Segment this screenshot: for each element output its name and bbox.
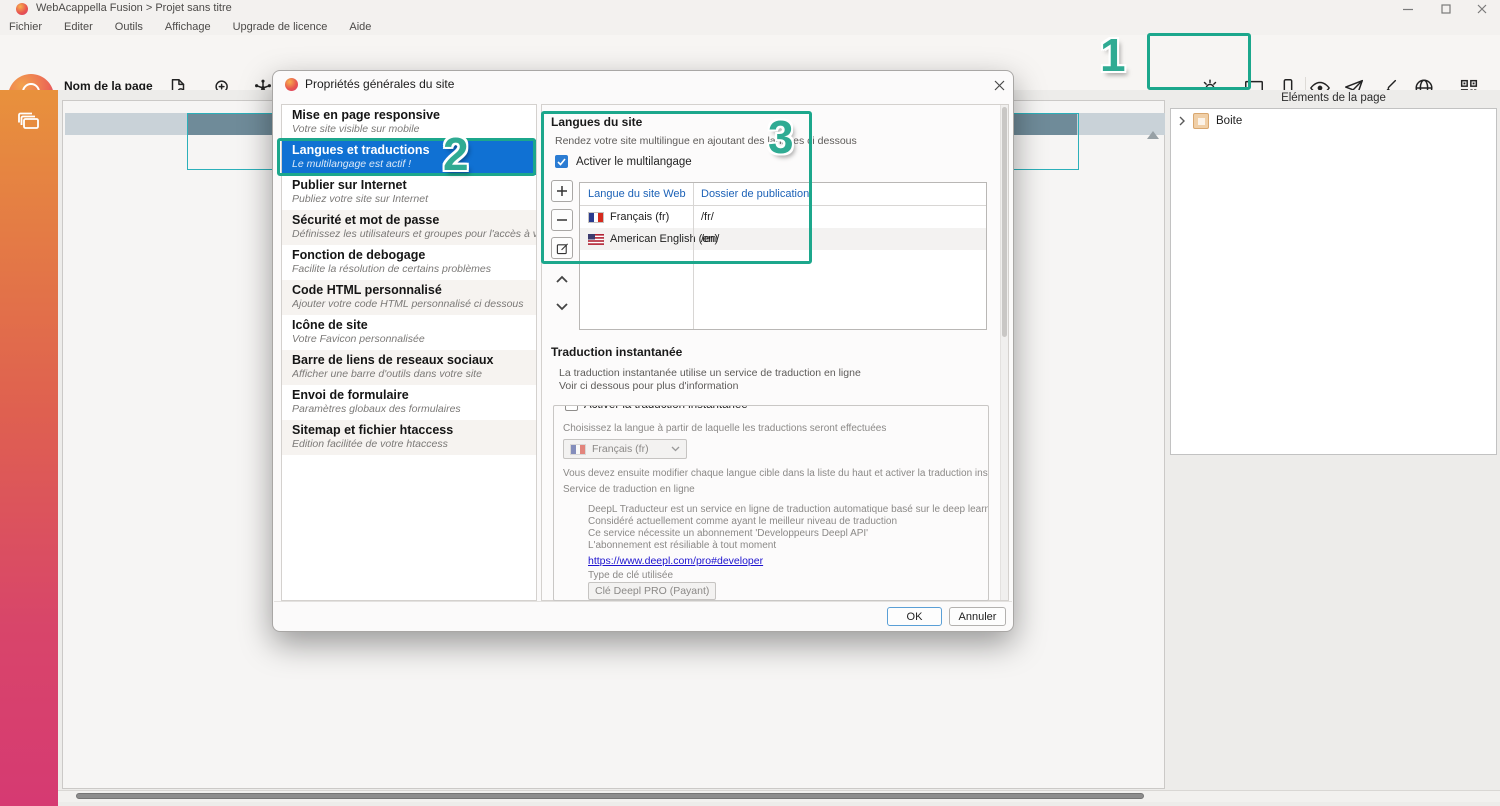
pages-icon[interactable] <box>15 108 43 136</box>
translation-line2: Voir ci dessous pour plus d'information <box>559 380 738 392</box>
deepl-line2: Considéré actuellement comme ayant le me… <box>588 516 897 528</box>
menu-aide[interactable]: Aide <box>349 21 371 33</box>
source-language-select[interactable]: Français (fr) <box>563 439 687 459</box>
tree-item-label: Boite <box>1216 115 1242 127</box>
move-language-down-button[interactable] <box>551 297 573 317</box>
nav-item-securite[interactable]: Sécurité et mot de passe Définissez les … <box>282 210 536 245</box>
key-type-select[interactable]: Clé Deepl PRO (Payant) <box>588 582 716 600</box>
deepl-line4: L'abonnement est résiliable à tout momen… <box>588 540 776 552</box>
minimize-button[interactable] <box>1390 0 1426 18</box>
menu-affichage[interactable]: Affichage <box>165 21 211 33</box>
nav-item-debogage[interactable]: Fonction de debogage Facilite la résolut… <box>282 245 536 280</box>
chevron-right-icon[interactable] <box>1178 116 1186 126</box>
menubar: Fichier Editer Outils Affichage Upgrade … <box>0 18 1500 35</box>
dialog-nav-list: Mise en page responsive Votre site visib… <box>281 104 537 601</box>
annotation-box-1 <box>1147 33 1251 90</box>
translation-section-title: Traduction instantanée <box>551 345 682 359</box>
menu-upgrade[interactable]: Upgrade de licence <box>233 21 328 33</box>
nav-item-responsive[interactable]: Mise en page responsive Votre site visib… <box>282 105 536 140</box>
menu-fichier[interactable]: Fichier <box>9 21 42 33</box>
titlebar: WebAcappella Fusion > Projet sans titre <box>0 0 1500 18</box>
move-language-up-button[interactable] <box>551 269 573 289</box>
boite-icon <box>1193 113 1209 129</box>
translation-line1: La traduction instantanée utilise un ser… <box>559 367 861 379</box>
annotation-box-2 <box>277 138 536 176</box>
nav-item-code-html[interactable]: Code HTML personnalisé Ajouter votre cod… <box>282 280 536 315</box>
annotation-number-1: 1 <box>1100 32 1126 78</box>
instant-translation-checkbox[interactable] <box>565 405 578 411</box>
nav-item-reseaux-sociaux[interactable]: Barre de liens de reseaux sociaux Affich… <box>282 350 536 385</box>
resize-handle-icon[interactable] <box>1147 131 1159 139</box>
dialog-logo-icon <box>285 78 298 91</box>
close-button[interactable] <box>1464 0 1500 18</box>
app-logo-icon <box>16 3 28 15</box>
chevron-down-icon <box>671 446 680 452</box>
ok-button[interactable]: OK <box>887 607 942 626</box>
nav-item-icone[interactable]: Icône de site Votre Favicon personnalisé… <box>282 315 536 350</box>
dialog-vertical-scrollbar[interactable] <box>1000 105 1008 600</box>
dialog-footer-divider <box>274 601 1012 602</box>
window-title: WebAcappella Fusion > Projet sans titre <box>36 2 232 14</box>
instant-translation-checkbox-row: Activer la traduction instantanée <box>560 405 753 411</box>
cancel-button[interactable]: Annuler <box>949 607 1006 626</box>
key-type-label: Type de clé utilisée <box>588 570 673 582</box>
deepl-line3: Ce service nécessite un abonnement 'Deve… <box>588 528 868 540</box>
left-sidebar <box>0 90 58 806</box>
nav-item-sitemap[interactable]: Sitemap et fichier htaccess Edition faci… <box>282 420 536 455</box>
dialog-vertical-scrollbar-thumb[interactable] <box>1002 107 1007 337</box>
dialog-close-button[interactable] <box>991 77 1007 93</box>
instant-translation-group: Activer la traduction instantanée Choisi… <box>553 405 989 601</box>
menu-outils[interactable]: Outils <box>115 21 143 33</box>
canvas-header-segment[interactable] <box>65 113 187 135</box>
instant-translation-checkbox-label: Activer la traduction instantanée <box>584 405 748 411</box>
translation-note: Vous devez ensuite modifier chaque langu… <box>563 468 989 480</box>
tree-item-boite[interactable]: Boite <box>1178 113 1242 129</box>
nav-item-formulaire[interactable]: Envoi de formulaire Paramètres globaux d… <box>282 385 536 420</box>
elements-panel-title: Eléments de la page <box>1170 92 1497 104</box>
france-flag-icon <box>570 444 586 455</box>
elements-panel <box>1170 108 1497 455</box>
nav-item-publier[interactable]: Publier sur Internet Publiez votre site … <box>282 175 536 210</box>
deepl-link[interactable]: https://www.deepl.com/pro#developer <box>588 555 763 567</box>
service-label: Service de traduction en ligne <box>563 484 695 496</box>
maximize-button[interactable] <box>1428 0 1464 18</box>
choose-language-label: Choisissez la langue à partir de laquell… <box>563 423 886 435</box>
app-window: WebAcappella Fusion > Projet sans titre … <box>0 0 1500 806</box>
menu-editer[interactable]: Editer <box>64 21 93 33</box>
annotation-number-3: 3 <box>768 114 794 160</box>
annotation-number-2: 2 <box>443 131 469 177</box>
horizontal-scrollbar-thumb[interactable] <box>76 793 1144 799</box>
dialog-title: Propriétés générales du site <box>305 77 454 91</box>
deepl-line1: DeepL Traducteur est un service en ligne… <box>588 504 989 516</box>
